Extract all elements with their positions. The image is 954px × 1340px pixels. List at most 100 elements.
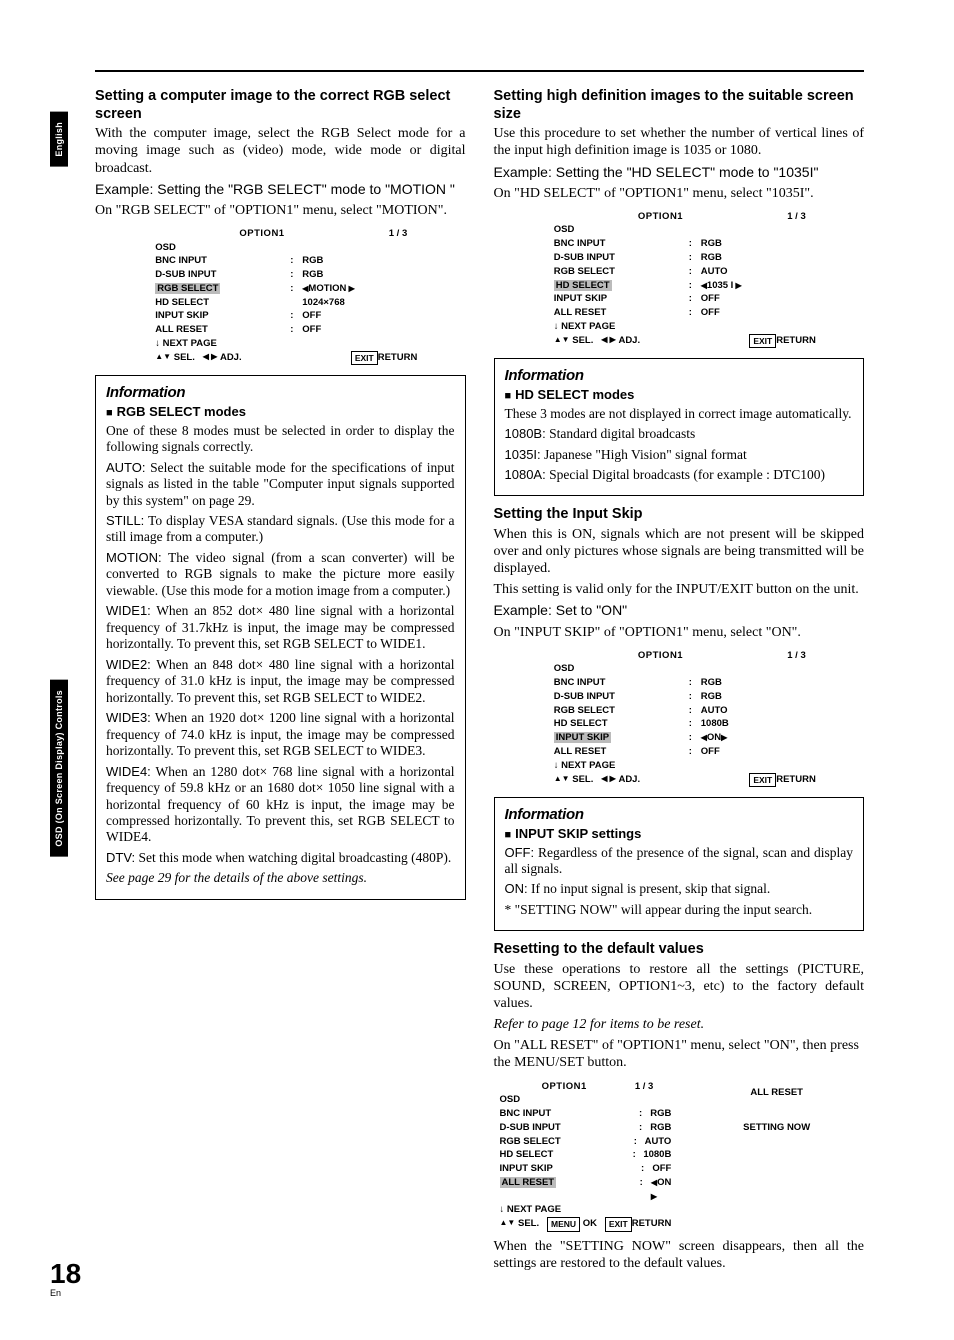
menu-row-hdsel: HD SELECT	[135, 296, 290, 310]
menu-page: 1 / 3	[787, 649, 824, 663]
menu-row-rgbsel: RGB SELECT	[494, 1135, 634, 1149]
info-box-input-skip: Information ■INPUT SKIP settings OFF: Re…	[494, 797, 865, 932]
menu-footer: ▲▼ SEL. MENU OKEXITRETURN	[494, 1217, 672, 1231]
menu-val-rgbsel: AUTO	[701, 265, 824, 279]
info-motion: MOTION: The video signal (from a scan co…	[106, 550, 455, 599]
panel2-title: ALL RESET	[689, 1086, 864, 1100]
left-p2: On "RGB SELECT" of "OPTION1" menu, selec…	[95, 202, 466, 219]
osd-menu-all-reset: OPTION11 / 3 OSD BNC INPUT:RGB D-SUB INP…	[494, 1080, 672, 1232]
page-number-lang: En	[50, 1288, 81, 1298]
menu-row-dsub: D-SUB INPUT	[135, 268, 290, 282]
info-still: STILL: To display VESA standard signals.…	[106, 513, 455, 546]
menu-title: OPTION1	[135, 227, 389, 241]
menu-row-dsub: D-SUB INPUT	[494, 1121, 639, 1135]
menu-row-dsub: D-SUB INPUT	[534, 251, 689, 265]
page: English OSD (On Screen Display) Controls…	[0, 0, 954, 1340]
info-subtitle: ■HD SELECT modes	[505, 387, 854, 403]
side-tab-english: English	[50, 112, 68, 167]
menu-row-bnc: BNC INPUT	[494, 1107, 639, 1121]
menu-page: 1 / 3	[787, 210, 824, 224]
menu-row-inskip: INPUT SKIP	[494, 1162, 641, 1176]
menu-row-osd: OSD	[135, 241, 290, 255]
menu-row-hdsel: HD SELECT	[494, 1148, 633, 1162]
left-p1: With the computer image, select the RGB …	[95, 125, 466, 176]
info-p1: These 3 modes are not displayed in corre…	[505, 406, 854, 422]
triangle-right-icon: ▶	[346, 284, 354, 293]
menu-val-hdsel: 1024×768	[302, 296, 425, 310]
info-wide4: WIDE4: When an 1280 dot× 768 line signal…	[106, 764, 455, 846]
content-columns: Setting a computer image to the correct …	[95, 88, 864, 1300]
left-example: Example: Setting the "RGB SELECT" mode t…	[95, 181, 466, 198]
menu-val-allreset: OFF	[701, 306, 824, 320]
right-heading-2: Setting the Input Skip	[494, 506, 865, 524]
osd-menu-hd-select: OPTION11 / 3 OSD BNC INPUT:RGB D-SUB INP…	[534, 210, 824, 348]
page-number-value: 18	[50, 1258, 81, 1289]
menu-row-dsub: D-SUB INPUT	[534, 690, 689, 704]
menu-val-allreset: OFF	[302, 323, 425, 337]
menu-row-bnc: BNC INPUT	[135, 254, 290, 268]
menu-row-inskip: INPUT SKIP	[534, 292, 689, 306]
menu-val-rgbsel: AUTO	[645, 1135, 672, 1149]
menu-row-hdsel-highlighted: HD SELECT	[554, 280, 612, 291]
menu-val-bnc: RGB	[650, 1107, 671, 1121]
osd-panel-setting-now: ALL RESET SETTING NOW	[689, 1080, 864, 1232]
menu-row-next: ↓ NEXT PAGE	[494, 1203, 649, 1217]
info-1080a: 1080A: Special Digital broadcasts (for e…	[505, 467, 854, 483]
menu-row-bnc: BNC INPUT	[534, 676, 689, 690]
info-1035i: 1035I: Japanese "High Vision" signal for…	[505, 447, 854, 463]
info-1080b: 1080B: Standard digital broadcasts	[505, 426, 854, 442]
info-title: Information	[106, 384, 455, 402]
menu-row-osd: OSD	[494, 1093, 649, 1107]
osd-menu-all-reset-pair: OPTION11 / 3 OSD BNC INPUT:RGB D-SUB INP…	[494, 1080, 865, 1232]
menu-val-rgbsel: AUTO	[701, 704, 824, 718]
menu-row-inskip-highlighted: INPUT SKIP	[554, 732, 611, 743]
info-seepage: See page 29 for the details of the above…	[106, 870, 455, 886]
menu-row-osd: OSD	[534, 223, 689, 237]
right-heading-3: Resetting to the default values	[494, 941, 865, 959]
right-p1: Use this procedure to set whether the nu…	[494, 125, 865, 159]
page-top-rule	[95, 70, 864, 72]
menu-val-hdsel: 1035 I	[707, 280, 733, 291]
menu-footer: ▲▼ SEL. ◀ ▶ ADJ.EXITRETURN	[534, 773, 824, 787]
info-box-rgb-modes: Information ■RGB SELECT modes One of the…	[95, 375, 466, 900]
info-wide2: WIDE2: When an 848 dot× 480 line signal …	[106, 657, 455, 706]
menu-title: OPTION1	[494, 1080, 635, 1094]
info-dtv: DTV: Set this mode when watching digital…	[106, 850, 455, 866]
right-p7: Refer to page 12 for items to be reset.	[494, 1016, 865, 1033]
info-wide1: WIDE1: When an 852 dot× 480 line signal …	[106, 603, 455, 652]
right-ex1: Example: Setting the "HD SELECT" mode to…	[494, 164, 865, 181]
right-p6: Use these operations to restore all the …	[494, 961, 865, 1012]
menu-row-inskip: INPUT SKIP	[135, 309, 290, 323]
menu-val-rgbsel: MOTION	[308, 283, 346, 294]
triangle-right-icon: ▶	[733, 281, 741, 290]
menu-footer: ▲▼ SEL. ◀ ▶ ADJ.EXITRETURN	[534, 334, 824, 348]
menu-row-allreset: ALL RESET	[135, 323, 290, 337]
info-note: * "SETTING NOW" will appear during the i…	[505, 902, 854, 918]
menu-val-bnc: RGB	[701, 676, 824, 690]
info-auto: AUTO: Select the suitable mode for the s…	[106, 460, 455, 509]
info-subtitle: ■INPUT SKIP settings	[505, 826, 854, 842]
menu-row-allreset-highlighted: ALL RESET	[500, 1177, 557, 1188]
menu-title: OPTION1	[534, 210, 788, 224]
menu-page: 1 / 3	[635, 1080, 672, 1094]
menu-val-inskip: OFF	[652, 1162, 671, 1176]
menu-val-inskip: ON	[707, 732, 721, 743]
info-box-hd-modes: Information ■HD SELECT modes These 3 mod…	[494, 358, 865, 497]
menu-title: OPTION1	[534, 649, 788, 663]
menu-page: 1 / 3	[389, 227, 426, 241]
triangle-right-icon: ▶	[721, 733, 727, 742]
right-heading-1: Setting high definition images to the su…	[494, 88, 865, 123]
osd-menu-input-skip: OPTION11 / 3 OSD BNC INPUT:RGB D-SUB INP…	[534, 649, 824, 787]
info-off: OFF: Regardless of the presence of the s…	[505, 845, 854, 878]
menu-val-allreset: OFF	[701, 745, 824, 759]
right-p2: On "HD SELECT" of "OPTION1" menu, select…	[494, 185, 865, 202]
menu-val-dsub: RGB	[701, 251, 824, 265]
info-title: Information	[505, 367, 854, 385]
menu-row-allreset: ALL RESET	[534, 306, 689, 320]
menu-footer: ▲▼ SEL. ◀ ▶ ADJ.EXITRETURN	[135, 351, 425, 365]
triangle-right-icon: ▶	[651, 1192, 657, 1201]
right-ex2: Example: Set to "ON"	[494, 602, 865, 619]
menu-val-inskip: OFF	[701, 292, 824, 306]
menu-val-inskip: OFF	[302, 309, 425, 323]
menu-row-allreset: ALL RESET	[534, 745, 689, 759]
